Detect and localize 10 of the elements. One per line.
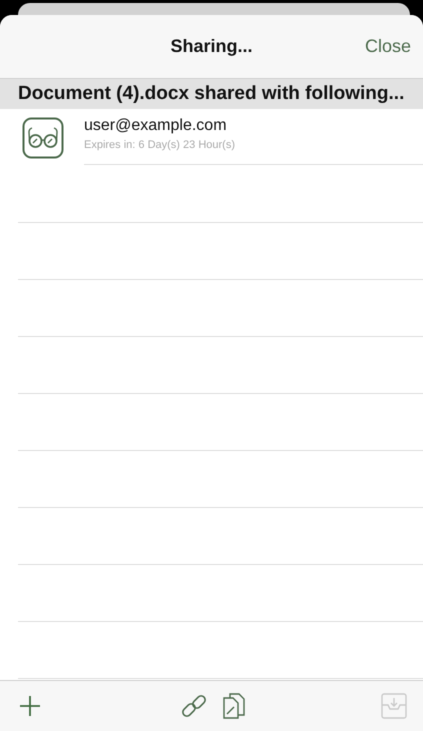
sheet-title: Sharing... xyxy=(169,36,254,57)
link-icon[interactable] xyxy=(180,692,208,720)
share-row[interactable]: user@example.com Expires in: 6 Day(s) 23 Hour(s) xyxy=(0,109,423,166)
share-email: user@example.com xyxy=(84,117,228,135)
glasses-icon xyxy=(22,117,64,159)
documents-icon[interactable] xyxy=(222,693,246,719)
section-header: Document (4).docx shared with following... xyxy=(0,79,423,109)
add-icon[interactable] xyxy=(18,694,42,718)
expiry-text: Expires in: 6 Day(s) 23 Hour(s) xyxy=(84,139,236,151)
close-button[interactable]: Close xyxy=(353,36,423,57)
